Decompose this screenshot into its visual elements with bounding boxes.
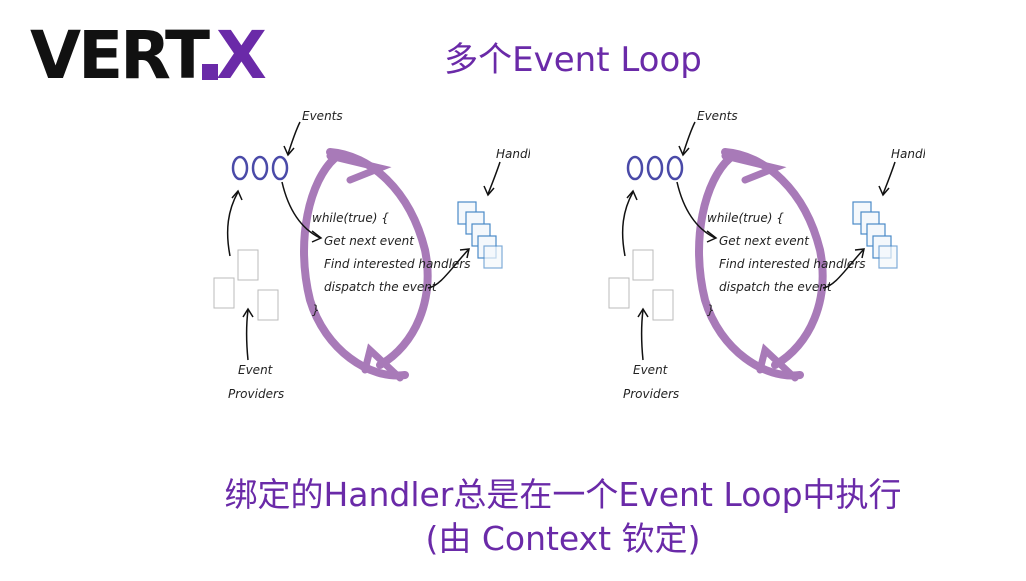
svg-text:while(true) {: while(true) { [707, 211, 784, 225]
event-providers-stack [608, 249, 674, 321]
handlers-label: Handlers [891, 147, 925, 161]
svg-text:}: } [312, 303, 320, 317]
svg-text:Find interested handlers: Find interested handlers [324, 257, 470, 271]
event-loop-code: while(true) { Get next event Find intere… [312, 211, 470, 317]
svg-text:Get next event: Get next event [324, 234, 415, 248]
events-label: Events [697, 109, 738, 123]
svg-text:dispatch the event: dispatch the event [719, 280, 833, 294]
slide-title: 多个Event Loop [444, 40, 702, 80]
event-loop-code: while(true) { Get next event Find intere… [707, 211, 865, 317]
svg-text:dispatch the event: dispatch the event [324, 280, 438, 294]
event-loop-diagram-left: Events while(true) { Get next event Find… [200, 100, 550, 420]
providers-label-2: Providers [623, 387, 679, 401]
event-loop-diagram-right: Events while(true) { Get next event Find… [595, 100, 945, 420]
svg-text:Find interested handlers: Find interested handlers [719, 257, 865, 271]
caption-line-1: 绑定的Handler总是在一个Event Loop中执行 [224, 475, 902, 514]
providers-label-1: Event [633, 363, 669, 377]
events-label: Events [302, 109, 343, 123]
events-group [626, 155, 684, 181]
providers-label-1: Event [238, 363, 274, 377]
providers-label-2: Providers [228, 387, 284, 401]
events-group [231, 155, 289, 181]
svg-text:}: } [707, 303, 715, 317]
event-providers-stack [213, 249, 279, 321]
caption-line-2: (由 Context 钦定) [425, 519, 701, 558]
handlers-label: Handlers [496, 147, 530, 161]
svg-text:Get next event: Get next event [719, 234, 810, 248]
svg-text:while(true) {: while(true) { [312, 211, 389, 225]
